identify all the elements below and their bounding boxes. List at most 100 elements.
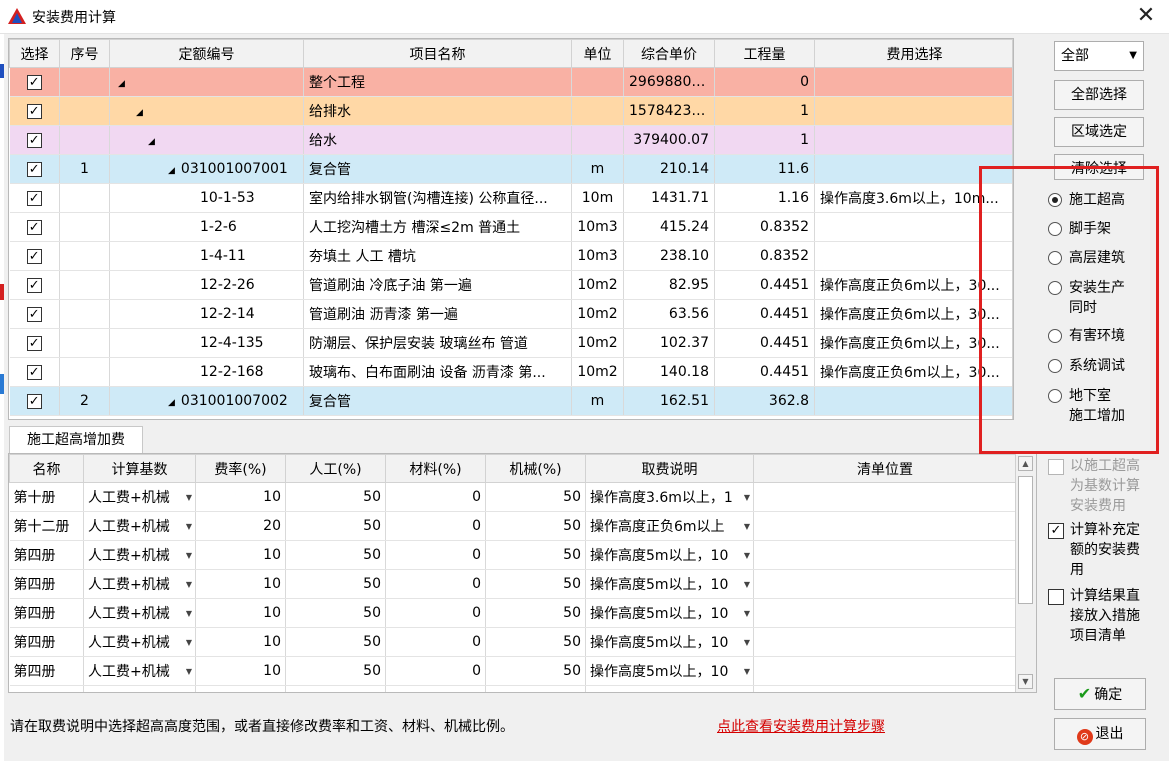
row-checkbox[interactable]: ✓	[26, 248, 42, 264]
machine-field[interactable]: 50	[485, 598, 586, 628]
labor-field[interactable]: 50	[285, 540, 386, 570]
tab-construction-height[interactable]: 施工超高增加费	[9, 426, 143, 453]
material-field[interactable]: 0	[385, 656, 486, 686]
table-row[interactable]: 第四册人工费+机械▼1050050操作高度5m以上，10▼	[9, 540, 1017, 570]
dropdown-arrow-icon[interactable]: ▼	[186, 609, 192, 618]
table-row[interactable]: ✓ 12-2-168 玻璃布、白布面刷油 设备 沥青漆 第... 10m2 140.18…	[9, 357, 1013, 387]
dropdown-arrow-icon[interactable]: ▼	[744, 638, 750, 647]
help-steps-link[interactable]: 点此查看安装费用计算步骤	[717, 716, 885, 736]
column-header[interactable]: 单位	[571, 39, 624, 68]
dropdown-arrow-icon[interactable]: ▼	[744, 551, 750, 560]
select-cell[interactable]: ✓	[9, 270, 60, 300]
material-field[interactable]: 0	[385, 685, 486, 692]
select-cell[interactable]: ✓	[9, 96, 60, 126]
column-header[interactable]: 材料(%)	[385, 454, 486, 483]
table-row[interactable]: ✓ 12-4-135 防潮层、保护层安装 玻璃丝布 管道 10m2 102.37 0.44…	[9, 328, 1013, 358]
material-field[interactable]: 0	[385, 627, 486, 657]
base-dropdown[interactable]: 人工费+机械▼	[83, 685, 196, 692]
tree-expand-icon[interactable]: ◢	[136, 108, 143, 118]
tree-expand-icon[interactable]: ◢	[168, 166, 175, 176]
list-position[interactable]	[753, 540, 1017, 570]
column-header[interactable]: 序号	[59, 39, 110, 68]
checkbox[interactable]	[1048, 589, 1064, 605]
dropdown-arrow-icon[interactable]: ▼	[186, 638, 192, 647]
list-position[interactable]	[753, 511, 1017, 541]
bottom-table-scrollbar[interactable]: ▲ ▼	[1015, 454, 1036, 692]
table-row[interactable]: 第四册人工费+机械▼1050050操作高度5m以上，10▼	[9, 685, 1017, 692]
row-checkbox[interactable]: ✓	[26, 306, 42, 322]
row-checkbox[interactable]: ✓	[26, 277, 42, 293]
fee-desc-dropdown[interactable]: 操作高度5m以上，10▼	[585, 627, 754, 657]
dropdown-arrow-icon[interactable]: ▼	[744, 522, 750, 531]
column-header[interactable]: 选择	[9, 39, 60, 68]
filter-dropdown[interactable]: 全部 ▼	[1054, 41, 1144, 71]
table-row[interactable]: 第四册人工费+机械▼1050050操作高度5m以上，10▼	[9, 627, 1017, 657]
dropdown-arrow-icon[interactable]: ▼	[186, 667, 192, 676]
fee-desc-dropdown[interactable]: 操作高度5m以上，10▼	[585, 685, 754, 692]
labor-field[interactable]: 50	[285, 569, 386, 599]
labor-field[interactable]: 50	[285, 627, 386, 657]
machine-field[interactable]: 50	[485, 569, 586, 599]
fee-desc-dropdown[interactable]: 操作高度5m以上，10▼	[585, 598, 754, 628]
machine-field[interactable]: 50	[485, 540, 586, 570]
rate-field[interactable]: 10	[195, 569, 286, 599]
labor-field[interactable]: 50	[285, 511, 386, 541]
list-position[interactable]	[753, 685, 1017, 692]
column-header[interactable]: 综合单价	[623, 39, 715, 68]
dropdown-arrow-icon[interactable]: ▼	[186, 522, 192, 531]
row-checkbox[interactable]: ✓	[26, 219, 42, 235]
base-dropdown[interactable]: 人工费+机械▼	[83, 598, 196, 628]
tree-expand-icon[interactable]: ◢	[118, 79, 125, 89]
column-header[interactable]: 人工(%)	[285, 454, 386, 483]
table-row[interactable]: ✓ 1 ◢ 031001007001 复合管 m 210.14 11.6	[9, 154, 1013, 184]
list-position[interactable]	[753, 627, 1017, 657]
column-header[interactable]: 机械(%)	[485, 454, 586, 483]
material-field[interactable]: 0	[385, 511, 486, 541]
table-row[interactable]: ✓ 2 ◢ 031001007002 复合管 m 162.51 362.8	[9, 386, 1013, 416]
ok-button[interactable]: ✔ 确定	[1054, 678, 1146, 710]
base-dropdown[interactable]: 人工费+机械▼	[83, 540, 196, 570]
row-checkbox[interactable]: ✓	[26, 74, 42, 90]
scroll-thumb[interactable]	[1018, 476, 1033, 604]
column-header[interactable]: 项目名称	[303, 39, 572, 68]
machine-field[interactable]: 50	[485, 685, 586, 692]
table-row[interactable]: 第十册 人工费+机械 ▼ 10 50 0 50 操作高度3.6m以上，1 ▼	[9, 482, 1017, 512]
rate-field[interactable]: 10	[195, 685, 286, 692]
machine-field[interactable]: 50	[485, 627, 586, 657]
select-cell[interactable]: ✓	[9, 125, 60, 155]
rate-field[interactable]: 10	[195, 540, 286, 570]
table-row[interactable]: ✓ 12-2-14 管道刷油 沥青漆 第一遍 10m2 63.56 0.4451 操作高度正…	[9, 299, 1013, 329]
labor-field[interactable]: 50	[285, 482, 386, 512]
column-header[interactable]: 取费说明	[585, 454, 754, 483]
column-header[interactable]: 费率(%)	[195, 454, 286, 483]
row-checkbox[interactable]: ✓	[26, 161, 42, 177]
exit-button[interactable]: ⊘ 退出	[1054, 718, 1146, 750]
dropdown-arrow-icon[interactable]: ▼	[186, 580, 192, 589]
table-row[interactable]: ✓ ◢ 给排水 1578423.54 1	[9, 96, 1013, 126]
select-cell[interactable]: ✓	[9, 328, 60, 358]
table-row[interactable]: ✓ ◢ 给水 379400.07 1	[9, 125, 1013, 155]
material-field[interactable]: 0	[385, 569, 486, 599]
checkbox[interactable]: ✓	[1048, 523, 1064, 539]
column-header[interactable]: 计算基数	[83, 454, 196, 483]
rate-field[interactable]: 10	[195, 482, 286, 512]
machine-field[interactable]: 50	[485, 482, 586, 512]
list-position[interactable]	[753, 598, 1017, 628]
scroll-down-icon[interactable]: ▼	[1018, 674, 1033, 689]
rate-field[interactable]: 10	[195, 656, 286, 686]
table-row[interactable]: ✓ 10-1-53 室内给排水钢管(沟槽连接) 公称直径... 10m 1431.71 1…	[9, 183, 1013, 213]
list-position[interactable]	[753, 569, 1017, 599]
labor-field[interactable]: 50	[285, 685, 386, 692]
dropdown-arrow-icon[interactable]: ▼	[186, 493, 192, 502]
fee-desc-dropdown[interactable]: 操作高度5m以上，10▼	[585, 656, 754, 686]
fee-desc-dropdown[interactable]: 操作高度3.6m以上，1 ▼	[585, 482, 754, 512]
base-dropdown[interactable]: 人工费+机械▼	[83, 482, 196, 512]
dropdown-arrow-icon[interactable]: ▼	[744, 609, 750, 618]
material-field[interactable]: 0	[385, 482, 486, 512]
labor-field[interactable]: 50	[285, 656, 386, 686]
select-cell[interactable]: ✓	[9, 386, 60, 416]
material-field[interactable]: 0	[385, 598, 486, 628]
select-cell[interactable]: ✓	[9, 357, 60, 387]
base-dropdown[interactable]: 人工费+机械▼	[83, 656, 196, 686]
material-field[interactable]: 0	[385, 540, 486, 570]
